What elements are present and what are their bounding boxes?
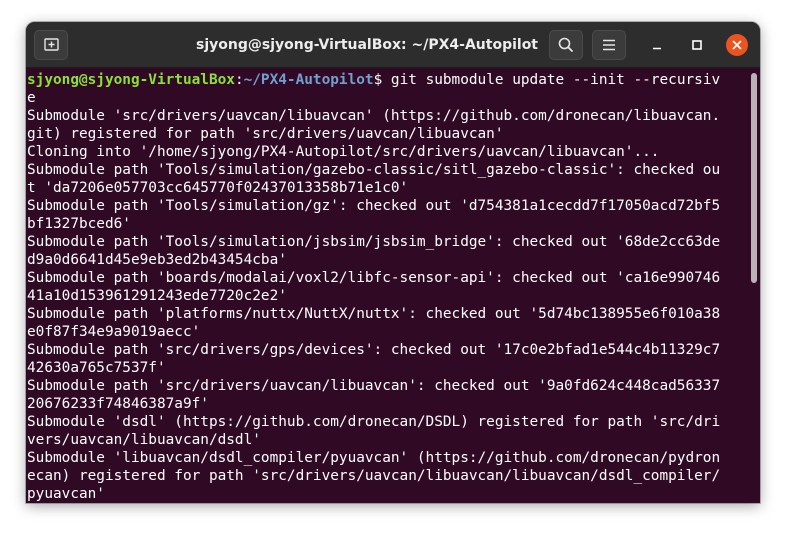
output-line: d9a0d6641d45e9eb3ed2b43454cba' (27, 252, 287, 268)
output-line: e0f87f34e9a9019aecc' (27, 324, 201, 340)
terminal-output[interactable]: sjyong@sjyong-VirtualBox:~/PX4-Autopilot… (26, 69, 760, 503)
output-line: vers/uavcan/libuavcan/dsdl' (27, 432, 261, 448)
terminal-window: sjyong@sjyong-VirtualBox: ~/PX4-Autopilo… (26, 22, 760, 503)
command-text: git submodule update --init --recursiv (382, 72, 721, 88)
menu-button[interactable] (592, 30, 626, 60)
output-line: pyuavcan' (27, 486, 105, 502)
output-line: bf1327bced6' (27, 216, 131, 232)
new-tab-button[interactable] (34, 30, 68, 60)
prompt-dollar: $ (373, 72, 383, 88)
hamburger-menu-icon (603, 39, 615, 51)
output-line: 41a10d153961291243ede7720c2e2' (27, 288, 287, 304)
command-line: sjyong@sjyong-VirtualBox:~/PX4-Autopilot… (27, 71, 751, 89)
output-line: git) registered for path 'src/drivers/ua… (27, 126, 504, 142)
output-line: 42630a765c7537f' (27, 360, 166, 376)
command-text-wrap: e (27, 90, 36, 106)
output-line: t 'da7206e057703cc645770f02437013358b71e… (27, 180, 409, 196)
output-line: Submodule 'libuavcan/dsdl_compiler/pyuav… (27, 450, 721, 466)
output-line: Submodule path 'Tools/simulation/gazebo-… (27, 162, 721, 178)
window-title: sjyong@sjyong-VirtualBox: ~/PX4-Autopilo… (196, 37, 539, 53)
output-line: Submodule 'dsdl' (https://github.com/dro… (27, 414, 721, 430)
new-tab-icon (44, 38, 59, 51)
search-button[interactable] (549, 30, 583, 60)
output-line: Submodule 'src/drivers/uavcan/libuavcan'… (27, 108, 721, 124)
search-icon (558, 37, 573, 52)
command-line-wrap: e (27, 89, 751, 107)
output-line: Submodule path 'platforms/nuttx/NuttX/nu… (27, 306, 721, 322)
output-line: Submodule path 'Tools/simulation/jsbsim/… (27, 234, 721, 250)
output-line: Submodule path 'Tools/simulation/gz': ch… (27, 198, 721, 214)
terminal-lines: sjyong@sjyong-VirtualBox:~/PX4-Autopilot… (27, 71, 751, 503)
output-line: Submodule path 'boards/modalai/voxl2/lib… (27, 270, 721, 286)
title-bar[interactable]: sjyong@sjyong-VirtualBox: ~/PX4-Autopilo… (26, 22, 760, 68)
output-line: Submodule path 'src/drivers/uavcan/libua… (27, 378, 721, 394)
maximize-button[interactable] (686, 34, 708, 56)
prompt-separator: : (234, 72, 244, 88)
prompt-user-host: sjyong@sjyong-VirtualBox (27, 72, 235, 88)
output-line: Cloning into '/home/sjyong/PX4-Autopilot… (27, 144, 660, 160)
minimize-icon (653, 47, 661, 50)
close-button[interactable] (726, 34, 748, 56)
close-icon (732, 40, 742, 50)
output-line: Submodule path 'src/drivers/gps/devices'… (27, 342, 721, 358)
minimize-button[interactable] (646, 34, 668, 56)
scrollbar-thumb[interactable] (751, 73, 757, 283)
prompt-path: ~/PX4-Autopilot (243, 72, 374, 88)
maximize-icon (692, 40, 702, 50)
scrollbar[interactable] (751, 73, 757, 501)
output-line: 20676233f74846387a9f' (27, 396, 209, 412)
output-line: ecan) registered for path 'src/drivers/u… (27, 468, 721, 484)
